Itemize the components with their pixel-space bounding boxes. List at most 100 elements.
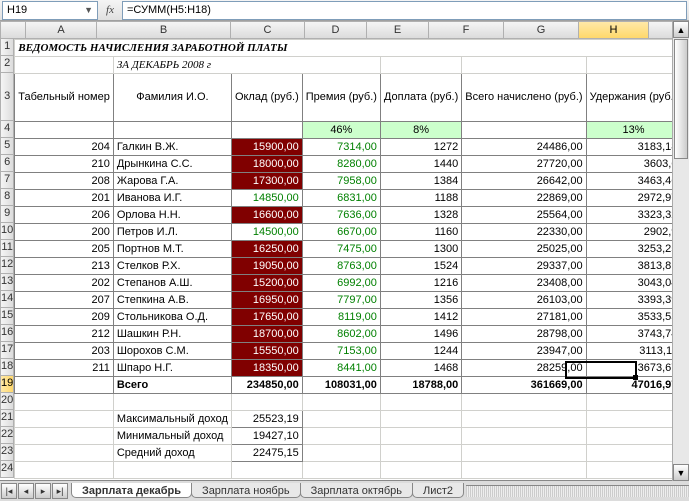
- empty[interactable]: [15, 57, 114, 74]
- fio-9[interactable]: Степкина А.В.: [113, 292, 231, 309]
- pct-premium[interactable]: 46%: [302, 122, 380, 139]
- subtitle-cell[interactable]: ЗА ДЕКАБРЬ 2008 г: [113, 57, 380, 74]
- doplata-4[interactable]: 1328: [380, 207, 461, 224]
- col-header-H[interactable]: H: [579, 21, 649, 39]
- row-header-13[interactable]: 13: [0, 274, 14, 291]
- title-cell[interactable]: ВЕДОМОСТЬ НАЧИСЛЕНИЯ ЗАРАБОТНОЙ ПЛАТЫ: [15, 40, 689, 57]
- vertical-scrollbar[interactable]: ▲ ▼: [672, 21, 689, 481]
- empty[interactable]: [586, 394, 681, 411]
- empty[interactable]: [302, 394, 380, 411]
- pct-doplata[interactable]: 8%: [380, 122, 461, 139]
- row-header-2[interactable]: 2: [0, 56, 14, 73]
- tabnum-11[interactable]: 212: [15, 326, 114, 343]
- empty[interactable]: [586, 445, 681, 462]
- select-all-corner[interactable]: [0, 21, 26, 39]
- scroll-up-button[interactable]: ▲: [673, 21, 689, 38]
- oklad-6[interactable]: 16250,00: [231, 241, 302, 258]
- row-header-14[interactable]: 14: [0, 291, 14, 308]
- empty[interactable]: [586, 462, 681, 479]
- fio-13[interactable]: Шпаро Н.Г.: [113, 360, 231, 377]
- header-F[interactable]: Всего начислено (руб.): [462, 74, 586, 122]
- uderzh-10[interactable]: 3533,53: [586, 309, 681, 326]
- premia-13[interactable]: 8441,00: [302, 360, 380, 377]
- uderzh-5[interactable]: 2902,9: [586, 224, 681, 241]
- vsego-4[interactable]: 25564,00: [462, 207, 586, 224]
- uderzh-9[interactable]: 3393,39: [586, 292, 681, 309]
- empty[interactable]: [586, 57, 681, 74]
- vsego-7[interactable]: 29337,00: [462, 258, 586, 275]
- horizontal-scrollbar[interactable]: [466, 485, 689, 497]
- tot-G[interactable]: 47016,97: [586, 377, 681, 394]
- vsego-8[interactable]: 23408,00: [462, 275, 586, 292]
- vsego-1[interactable]: 27720,00: [462, 156, 586, 173]
- tot-F[interactable]: 361669,00: [462, 377, 586, 394]
- vsego-10[interactable]: 27181,00: [462, 309, 586, 326]
- vsego-3[interactable]: 22869,00: [462, 190, 586, 207]
- col-header-C[interactable]: C: [231, 21, 305, 39]
- fx-icon[interactable]: fx: [98, 4, 122, 16]
- empty[interactable]: [586, 428, 681, 445]
- row-header-16[interactable]: 16: [0, 325, 14, 342]
- doplata-1[interactable]: 1440: [380, 156, 461, 173]
- row-header-11[interactable]: 11: [0, 240, 14, 257]
- row-header-12[interactable]: 12: [0, 257, 14, 274]
- tot-label[interactable]: Всего: [113, 377, 231, 394]
- uderzh-6[interactable]: 3253,25: [586, 241, 681, 258]
- header-A[interactable]: Табельный номер: [15, 74, 114, 122]
- summary-label-0[interactable]: Максимальный доход: [113, 411, 231, 428]
- tab-nav-last[interactable]: ▸|: [52, 483, 68, 499]
- doplata-2[interactable]: 1384: [380, 173, 461, 190]
- tabnum-6[interactable]: 205: [15, 241, 114, 258]
- row-header-1[interactable]: 1: [0, 39, 14, 56]
- premia-10[interactable]: 8119,00: [302, 309, 380, 326]
- oklad-2[interactable]: 17300,00: [231, 173, 302, 190]
- row-header-7[interactable]: 7: [0, 172, 14, 189]
- row-header-5[interactable]: 5: [0, 138, 14, 155]
- row-header-22[interactable]: 22: [0, 427, 14, 444]
- uderzh-0[interactable]: 3183,18: [586, 139, 681, 156]
- premia-9[interactable]: 7797,00: [302, 292, 380, 309]
- tabnum-10[interactable]: 209: [15, 309, 114, 326]
- empty[interactable]: [15, 445, 114, 462]
- premia-0[interactable]: 7314,00: [302, 139, 380, 156]
- tabnum-8[interactable]: 202: [15, 275, 114, 292]
- sheet-tab-0[interactable]: Зарплата декабрь: [71, 483, 192, 498]
- uderzh-12[interactable]: 3113,11: [586, 343, 681, 360]
- tabnum-2[interactable]: 208: [15, 173, 114, 190]
- empty[interactable]: [302, 445, 380, 462]
- oklad-9[interactable]: 16950,00: [231, 292, 302, 309]
- vsego-12[interactable]: 23947,00: [462, 343, 586, 360]
- tabnum-9[interactable]: 207: [15, 292, 114, 309]
- row-header-17[interactable]: 17: [0, 342, 14, 359]
- fio-10[interactable]: Стольникова О.Д.: [113, 309, 231, 326]
- empty[interactable]: [302, 462, 380, 479]
- empty[interactable]: [15, 394, 114, 411]
- tot-D[interactable]: 108031,00: [302, 377, 380, 394]
- row-header-19[interactable]: 19: [0, 376, 14, 393]
- vsego-5[interactable]: 22330,00: [462, 224, 586, 241]
- row-header-21[interactable]: 21: [0, 410, 14, 427]
- pct-uderzh[interactable]: 13%: [586, 122, 681, 139]
- empty[interactable]: [462, 445, 586, 462]
- row-header-20[interactable]: 20: [0, 393, 14, 410]
- row-header-23[interactable]: 23: [0, 444, 14, 461]
- uderzh-13[interactable]: 3673,67: [586, 360, 681, 377]
- summary-value-0[interactable]: 25523,19: [231, 411, 302, 428]
- uderzh-2[interactable]: 3463,46: [586, 173, 681, 190]
- uderzh-4[interactable]: 3323,32: [586, 207, 681, 224]
- scroll-thumb[interactable]: [674, 39, 688, 159]
- oklad-12[interactable]: 15550,00: [231, 343, 302, 360]
- oklad-8[interactable]: 15200,00: [231, 275, 302, 292]
- row-header-6[interactable]: 6: [0, 155, 14, 172]
- uderzh-8[interactable]: 3043,04: [586, 275, 681, 292]
- col-header-D[interactable]: D: [305, 21, 367, 39]
- fio-5[interactable]: Петров И.Л.: [113, 224, 231, 241]
- vsego-9[interactable]: 26103,00: [462, 292, 586, 309]
- tot-A[interactable]: [15, 377, 114, 394]
- tabnum-5[interactable]: 200: [15, 224, 114, 241]
- tabnum-13[interactable]: 211: [15, 360, 114, 377]
- doplata-13[interactable]: 1468: [380, 360, 461, 377]
- empty[interactable]: [380, 394, 461, 411]
- empty[interactable]: [462, 428, 586, 445]
- tab-nav-prev[interactable]: ◂: [18, 483, 34, 499]
